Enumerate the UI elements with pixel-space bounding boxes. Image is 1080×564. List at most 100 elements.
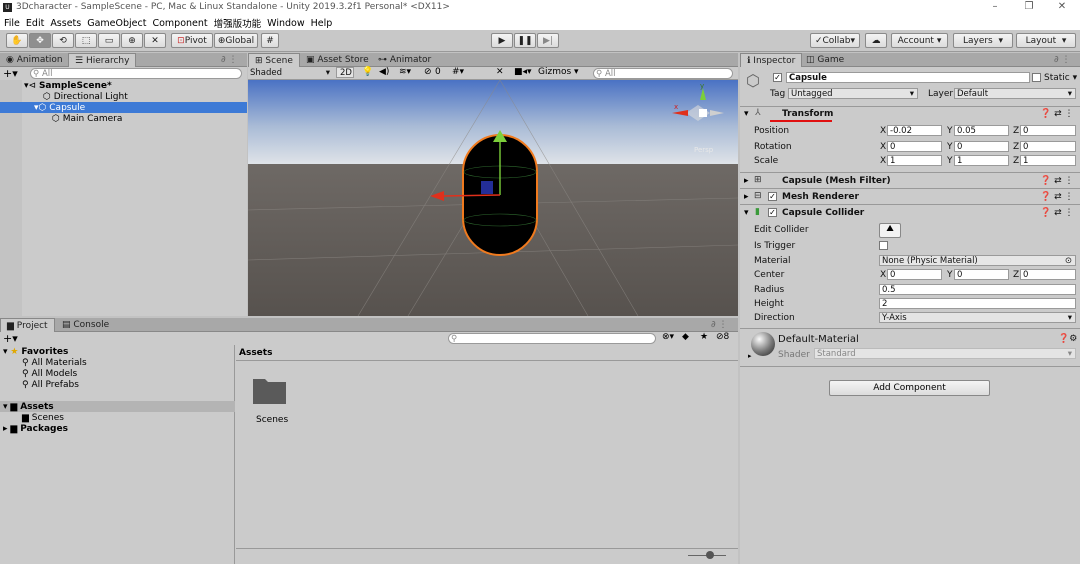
mesh-renderer-title[interactable]: Mesh Renderer: [782, 192, 859, 202]
component-help-icon[interactable]: ❓ ⇄ ⋮: [1040, 208, 1073, 218]
tab-project[interactable]: ▆ Project: [0, 318, 55, 332]
tab-console[interactable]: ▤ Console: [56, 318, 115, 332]
pause-button[interactable]: ❚❚: [514, 33, 536, 48]
create-plus-icon[interactable]: +▾: [3, 67, 18, 80]
edit-collider-button[interactable]: ⛰: [879, 223, 901, 238]
static-label[interactable]: Static ▾: [1044, 73, 1077, 83]
active-checkbox[interactable]: ✓: [773, 73, 782, 82]
expand-arrow-icon[interactable]: ▾: [744, 109, 749, 119]
scale-y-field[interactable]: 1: [954, 155, 1009, 166]
cloud-icon[interactable]: ☁: [865, 33, 887, 48]
hidden-objects-icon[interactable]: ⊘: [424, 67, 432, 77]
move-tool-icon[interactable]: ✥: [29, 33, 51, 48]
scene-search-input[interactable]: ⚲ All: [593, 68, 733, 79]
layer-dropdown[interactable]: Default ▾: [954, 88, 1076, 99]
lock-icon[interactable]: ∂ ⋮: [1048, 53, 1077, 67]
scene-root-row[interactable]: ▾ ⊲ SampleScene*: [0, 80, 247, 91]
tools-icon[interactable]: ✕: [496, 67, 504, 77]
tab-animator[interactable]: ⊶ Animator: [372, 53, 437, 67]
scenes-folder-row[interactable]: ▆ Scenes: [0, 412, 64, 423]
hierarchy-item-directional-light[interactable]: ⬡ Directional Light: [0, 91, 247, 102]
collider-enabled-checkbox[interactable]: ✓: [768, 208, 777, 217]
expand-arrow-icon[interactable]: ▸: [744, 176, 749, 186]
hierarchy-item-capsule[interactable]: ▾ ⬡ Capsule: [0, 102, 247, 113]
tab-animation[interactable]: ◉ Animation: [0, 53, 69, 67]
packages-folder-row[interactable]: ▸ ▆ Packages: [0, 423, 68, 434]
expand-arrow-icon[interactable]: ▸: [744, 192, 749, 202]
mesh-filter-title[interactable]: Capsule (Mesh Filter): [782, 176, 891, 186]
rotate-tool-icon[interactable]: ⟲: [52, 33, 74, 48]
center-y-field[interactable]: 0: [954, 269, 1009, 280]
capsule-collider-title[interactable]: Capsule Collider: [782, 208, 864, 218]
material-help-icon[interactable]: ❓⚙: [1058, 334, 1077, 344]
shading-dropdown[interactable]: Shaded ▾: [248, 67, 332, 78]
position-x-field[interactable]: -0.02: [887, 125, 942, 136]
object-name-field[interactable]: Capsule: [786, 72, 1030, 83]
collab-dropdown[interactable]: ✓ Collab ▾: [810, 33, 860, 48]
minimize-icon[interactable]: –: [988, 1, 1002, 15]
pivot-toggle[interactable]: ⊡ Pivot: [171, 33, 213, 48]
custom-tool-icon[interactable]: ✕: [144, 33, 166, 48]
mesh-renderer-enabled-checkbox[interactable]: ✓: [768, 192, 777, 201]
center-z-field[interactable]: 0: [1020, 269, 1076, 280]
lighting-icon[interactable]: 💡: [362, 67, 373, 77]
menu-file[interactable]: File: [4, 18, 20, 29]
center-x-field[interactable]: 0: [887, 269, 942, 280]
shader-dropdown[interactable]: Standard ▾: [814, 348, 1076, 359]
is-trigger-checkbox[interactable]: [879, 241, 888, 250]
rotation-y-field[interactable]: 0: [954, 141, 1009, 152]
hidden-packages-icon[interactable]: ⊘8: [716, 332, 729, 342]
object-picker-icon[interactable]: ⊙: [1065, 256, 1072, 266]
account-dropdown[interactable]: Account ▾: [891, 33, 948, 48]
favorites-row[interactable]: ▾ ★ Favorites: [0, 346, 235, 357]
2d-toggle[interactable]: 2D: [336, 67, 354, 78]
rect-tool-icon[interactable]: ▭: [98, 33, 120, 48]
expand-arrow-icon[interactable]: ▾: [744, 208, 749, 218]
position-y-field[interactable]: 0.05: [954, 125, 1009, 136]
static-checkbox[interactable]: [1032, 73, 1041, 82]
transform-title[interactable]: Transform: [782, 109, 833, 119]
step-button[interactable]: ▶|: [537, 33, 559, 48]
expand-arrow-icon[interactable]: ▸: [748, 352, 752, 360]
layers-dropdown[interactable]: Layers ▾: [953, 33, 1013, 48]
menu-assets[interactable]: Assets: [50, 18, 81, 29]
hand-tool-icon[interactable]: ✋: [6, 33, 28, 48]
gizmos-dropdown[interactable]: Gizmos ▾: [538, 67, 579, 77]
scale-x-field[interactable]: 1: [887, 155, 942, 166]
favorite-star-icon[interactable]: ★: [700, 332, 708, 342]
component-help-icon[interactable]: ❓ ⇄ ⋮: [1040, 176, 1073, 186]
tag-dropdown[interactable]: Untagged ▾: [788, 88, 918, 99]
scenes-folder-tile[interactable]: [252, 375, 288, 405]
add-component-button[interactable]: Add Component: [829, 380, 990, 396]
breadcrumb[interactable]: Assets: [239, 348, 272, 358]
global-toggle[interactable]: ⊕ Global: [214, 33, 258, 48]
effects-icon[interactable]: ≋▾: [399, 67, 411, 77]
tab-hierarchy[interactable]: ☰ Hierarchy: [68, 53, 137, 67]
component-help-icon[interactable]: ❓ ⇄ ⋮: [1040, 192, 1073, 202]
layout-dropdown[interactable]: Layout ▾: [1016, 33, 1076, 48]
menu-edit[interactable]: Edit: [26, 18, 44, 29]
menu-help[interactable]: Help: [311, 18, 333, 29]
favorite-all-prefabs[interactable]: ⚲ All Prefabs: [0, 379, 79, 390]
transform-tool-icon[interactable]: ⊕: [121, 33, 143, 48]
filter-by-label-icon[interactable]: ◆: [682, 332, 689, 342]
zoom-slider-thumb[interactable]: [706, 551, 714, 559]
hierarchy-item-main-camera[interactable]: ⬡ Main Camera: [0, 113, 247, 124]
scale-tool-icon[interactable]: ⬚: [75, 33, 97, 48]
tab-inspector[interactable]: ℹ Inspector: [740, 53, 803, 67]
menu-window[interactable]: Window: [267, 18, 304, 29]
menu-enhanced[interactable]: 增强版功能: [214, 16, 262, 30]
snap-icon[interactable]: #: [261, 33, 279, 48]
radius-field[interactable]: 0.5: [879, 284, 1076, 295]
camera-icon[interactable]: ■◂▾: [514, 67, 532, 77]
menu-component[interactable]: Component: [152, 18, 207, 29]
maximize-icon[interactable]: ❐: [1022, 1, 1036, 15]
favorite-all-materials[interactable]: ⚲ All Materials: [0, 357, 87, 368]
rotation-x-field[interactable]: 0: [887, 141, 942, 152]
lock-icon[interactable]: ∂ ⋮: [705, 318, 734, 332]
tab-game[interactable]: ◫ Game: [800, 53, 850, 67]
physic-material-field[interactable]: None (Physic Material) ⊙: [879, 255, 1076, 266]
assets-folder-row[interactable]: ▾ ▆ Assets: [0, 401, 235, 412]
scale-z-field[interactable]: 1: [1020, 155, 1076, 166]
menu-gameobject[interactable]: GameObject: [87, 18, 146, 29]
